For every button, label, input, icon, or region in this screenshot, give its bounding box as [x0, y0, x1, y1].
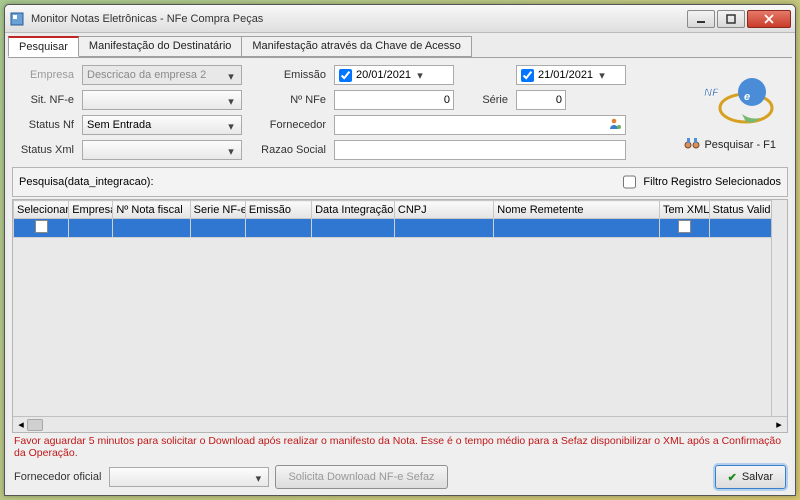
search-row: Pesquisa(data_integracao): Filtro Regist… [12, 167, 788, 197]
empresa-value: Descricao da empresa 2 [87, 69, 206, 81]
statusxml-combo[interactable]: ▾ [82, 140, 242, 160]
nfe-label: Nº NFe [248, 94, 328, 106]
content-pane: Empresa Descricao da empresa 2 ▾ Emissão… [8, 57, 792, 495]
minimize-button[interactable] [687, 10, 715, 28]
emissao-to-value: 21/01/2021 [536, 69, 595, 81]
grid-header-row: SelecionarEmpresaNº Nota fiscalSerie NF-… [14, 201, 787, 219]
svg-text:NF: NF [704, 87, 719, 99]
filter-selected-container: Filtro Registro Selecionados [619, 170, 781, 194]
chevron-down-icon: ▾ [224, 94, 238, 108]
vertical-scrollbar[interactable] [771, 200, 787, 416]
titlebar: Monitor Notas Eletrônicas - NFe Compra P… [5, 5, 795, 33]
grid-table[interactable]: SelecionarEmpresaNº Nota fiscalSerie NF-… [13, 200, 787, 238]
solicita-download-button[interactable]: Solicita Download NF-e Sefaz [275, 465, 447, 489]
search-input[interactable] [158, 173, 610, 191]
empresa-label: Empresa [16, 69, 76, 81]
person-icon[interactable] [608, 117, 622, 134]
column-header[interactable]: Data Integração [312, 201, 395, 219]
emissao-from-checkbox[interactable] [339, 69, 352, 82]
chevron-down-icon: ▾ [413, 69, 427, 82]
search-label: Pesquisa(data_integracao): [19, 176, 154, 188]
chevron-down-icon: ▾ [224, 144, 238, 158]
statusnf-combo[interactable]: Sem Entrada ▾ [82, 115, 242, 135]
grid: SelecionarEmpresaNº Nota fiscalSerie NF-… [12, 199, 788, 433]
sitnfe-label: Sit. NF-e [16, 94, 76, 106]
scroll-thumb[interactable] [27, 419, 43, 431]
window-title: Monitor Notas Eletrônicas - NFe Compra P… [31, 13, 687, 25]
statusxml-label: Status Xml [16, 144, 76, 156]
emissao-from-value: 20/01/2021 [354, 69, 413, 81]
column-header[interactable]: CNPJ [394, 201, 493, 219]
column-header[interactable]: Selecionar [14, 201, 69, 219]
serie-label: Série [460, 94, 510, 106]
app-window: Monitor Notas Eletrônicas - NFe Compra P… [4, 4, 796, 496]
column-header[interactable]: Empresa [69, 201, 113, 219]
razao-label: Razao Social [248, 144, 328, 156]
pesquisar-label: Pesquisar - F1 [704, 139, 776, 151]
pesquisar-button[interactable]: Pesquisar - F1 [684, 136, 776, 153]
razao-input[interactable] [334, 140, 626, 160]
app-icon [9, 11, 25, 27]
tab-bar: Pesquisar Manifestação do Destinatário M… [5, 33, 795, 57]
warning-text: Favor aguardar 5 minutos para solicitar … [8, 433, 792, 461]
chevron-down-icon: ▾ [251, 471, 265, 485]
fornecedor-oficial-combo[interactable]: ▾ [109, 467, 269, 487]
tab-manifestacao-chave[interactable]: Manifestação através da Chave de Acesso [241, 36, 472, 57]
tab-manifestacao-destinatario[interactable]: Manifestação do Destinatário [78, 36, 242, 57]
grid-body-empty [13, 238, 787, 416]
binoculars-icon [684, 136, 700, 153]
serie-input[interactable]: 0 [516, 90, 566, 110]
statusnf-label: Status Nf [16, 119, 76, 131]
chevron-down-icon: ▾ [224, 119, 238, 133]
check-icon: ✔ [728, 471, 737, 484]
svg-text:e: e [744, 91, 750, 103]
fornecedor-label: Fornecedor [248, 119, 328, 131]
chevron-down-icon: ▾ [224, 69, 238, 83]
close-button[interactable] [747, 10, 791, 28]
table-row[interactable] [14, 219, 787, 238]
filter-selected-checkbox[interactable] [623, 173, 636, 191]
salvar-label: Salvar [742, 471, 773, 483]
window-buttons [687, 10, 791, 28]
column-header[interactable]: Tem XML [659, 201, 709, 219]
chevron-down-icon: ▾ [595, 69, 609, 82]
column-header[interactable]: Nome Remetente [494, 201, 660, 219]
nfe-logo: NF e [694, 66, 784, 136]
fornecedor-oficial-label: Fornecedor oficial [14, 471, 103, 483]
maximize-button[interactable] [717, 10, 745, 28]
statusnf-value: Sem Entrada [87, 119, 151, 131]
footer: Fornecedor oficial ▾ Solicita Download N… [8, 461, 792, 495]
empresa-combo[interactable]: Descricao da empresa 2 ▾ [82, 65, 242, 85]
solicita-label: Solicita Download NF-e Sefaz [288, 471, 434, 483]
filter-selected-label: Filtro Registro Selecionados [643, 176, 781, 188]
emissao-label: Emissão [248, 69, 328, 81]
fornecedor-input[interactable] [334, 115, 626, 135]
emissao-from-date[interactable]: 20/01/2021 ▾ [334, 65, 454, 85]
column-header[interactable]: Serie NF-e [190, 201, 245, 219]
nfe-input[interactable]: 0 [334, 90, 454, 110]
emissao-to-checkbox[interactable] [521, 69, 534, 82]
salvar-button[interactable]: ✔ Salvar [715, 465, 786, 489]
column-header[interactable]: Emissão [245, 201, 311, 219]
sitnfe-combo[interactable]: ▾ [82, 90, 242, 110]
filter-panel: Empresa Descricao da empresa 2 ▾ Emissão… [8, 58, 792, 165]
emissao-to-date[interactable]: 21/01/2021 ▾ [516, 65, 626, 85]
row-select-checkbox[interactable] [35, 220, 48, 233]
horizontal-scrollbar[interactable]: ◂ ▸ [13, 416, 787, 432]
column-header[interactable]: Nº Nota fiscal [113, 201, 190, 219]
row-xml-checkbox[interactable] [678, 220, 691, 233]
tab-pesquisar[interactable]: Pesquisar [8, 36, 79, 57]
